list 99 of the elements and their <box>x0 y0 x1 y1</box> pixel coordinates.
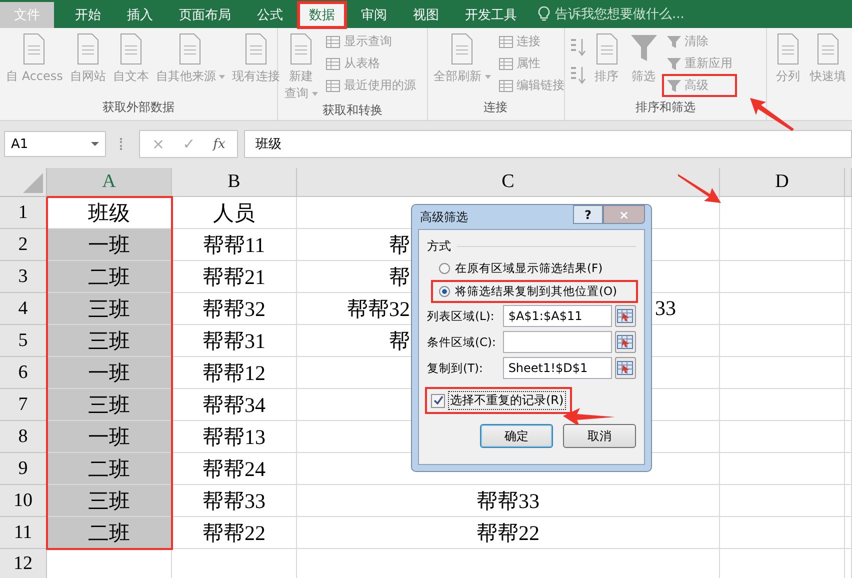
caret-icon <box>218 74 225 79</box>
annotation-arrow <box>748 96 796 132</box>
funnel-icon <box>666 34 682 50</box>
table-cell: 二班 <box>47 517 172 549</box>
table-cell: 一班 <box>47 421 172 453</box>
ribbon-tab[interactable]: 公式 <box>246 2 294 28</box>
column-header[interactable]: A <box>47 168 172 197</box>
ribbon-tab[interactable]: 页面布局 <box>168 2 242 28</box>
radio-option[interactable]: 在原有区域显示筛选结果(F) <box>427 259 636 278</box>
cell-text: 帮 <box>389 264 410 288</box>
table-cell: 帮帮21 <box>172 261 297 293</box>
radio-button[interactable] <box>439 263 450 274</box>
row-header[interactable]: 1 <box>0 197 47 229</box>
name-box[interactable]: A1 <box>4 131 106 157</box>
caret-icon <box>484 74 491 79</box>
table-cell: 三班 <box>47 485 172 517</box>
field-label: 条件区域(C): <box>427 334 497 350</box>
table-icon <box>325 34 341 50</box>
help-button[interactable]: ? <box>573 205 603 224</box>
cell-text: 33 <box>655 296 676 320</box>
group-label: 排序和筛选 <box>634 99 696 116</box>
sort-icon[interactable] <box>568 36 587 58</box>
ribbon-tab[interactable]: 开发工具 <box>454 2 528 28</box>
table-cell: 一班 <box>47 229 172 261</box>
ribbon-tab[interactable]: 插入 <box>116 2 164 28</box>
group-label: 获取和转换 <box>321 102 384 119</box>
row-header[interactable]: 5 <box>0 325 47 357</box>
funnel-icon <box>666 56 682 72</box>
column-header[interactable]: B <box>172 168 297 197</box>
cell-text: 帮帮22 <box>476 520 540 546</box>
table-cell: 三班 <box>47 293 172 325</box>
range-field[interactable] <box>503 331 612 353</box>
row-header[interactable]: 3 <box>0 261 47 293</box>
row-header[interactable]: 9 <box>0 453 47 485</box>
range-picker-button[interactable] <box>614 305 636 327</box>
table-cell: 帮帮13 <box>172 421 297 453</box>
table-cell: 帮帮34 <box>172 389 297 421</box>
cell-text: 帮 <box>389 232 410 256</box>
table-cell: 帮帮33 <box>172 485 297 517</box>
range-field[interactable]: $A$1:$A$11 <box>503 305 612 327</box>
cancel-button[interactable]: 取消 <box>563 424 636 448</box>
ribbon-tab[interactable]: 数据 <box>298 2 346 28</box>
dialog-title: 高级筛选 <box>420 208 468 226</box>
drag-handle-icon[interactable] <box>120 138 125 150</box>
row-header[interactable]: 6 <box>0 357 47 389</box>
table-cell: 帮帮24 <box>172 453 297 485</box>
range-picker-button[interactable] <box>614 357 636 379</box>
group-label: 获取外部数据 <box>102 99 176 116</box>
tell-me-field[interactable]: 告诉我您想要做什么... <box>538 0 684 28</box>
formula-input[interactable]: 班级 <box>244 130 852 158</box>
formula-button[interactable]: fx <box>213 136 226 152</box>
ribbon-tab[interactable]: 审阅 <box>350 2 398 28</box>
range-field[interactable]: Sheet1!$D$1 <box>503 357 612 379</box>
table-cell: 一班 <box>47 357 172 389</box>
table-icon <box>325 56 341 72</box>
row-header[interactable]: 2 <box>0 229 47 261</box>
annotation-arrow <box>678 172 722 204</box>
cell-text: 帮帮33 <box>476 488 540 514</box>
annotation-arrow <box>563 407 615 425</box>
cell-text: 帮 <box>389 328 410 352</box>
table-cell: 二班 <box>47 453 172 485</box>
column-header[interactable]: D <box>720 168 845 197</box>
ok-button[interactable]: 确定 <box>480 424 553 448</box>
caret-icon <box>312 92 318 96</box>
group-label: 方式 <box>427 238 451 255</box>
lightbulb-icon <box>538 6 550 22</box>
cell-text: 帮帮32 <box>347 296 410 320</box>
row-header[interactable]: 10 <box>0 485 47 517</box>
ribbon-tab[interactable]: 视图 <box>402 2 450 28</box>
table-icon <box>498 34 514 50</box>
column-header[interactable]: C <box>297 168 720 197</box>
row-header[interactable]: 7 <box>0 389 47 421</box>
row-header[interactable]: 12 <box>0 549 47 578</box>
table-cell: 帮帮31 <box>172 325 297 357</box>
table-icon <box>498 78 514 94</box>
table-cell: 帮帮22 <box>172 517 297 549</box>
funnel-icon <box>666 78 682 94</box>
caret-icon <box>91 142 99 146</box>
field-label: 复制到(T): <box>427 360 484 376</box>
row-header[interactable]: 11 <box>0 517 47 549</box>
radio-button[interactable] <box>439 286 450 297</box>
checkbox[interactable] <box>431 394 445 408</box>
table-cell: 二班 <box>47 261 172 293</box>
table-cell: 三班 <box>47 389 172 421</box>
table-cell: 帮帮11 <box>172 229 297 261</box>
table-cell: 帮帮12 <box>172 357 297 389</box>
field-label: 列表区域(L): <box>427 308 496 324</box>
ribbon-tab[interactable]: 开始 <box>64 2 112 28</box>
row-header[interactable]: 8 <box>0 421 47 453</box>
row-header[interactable]: 4 <box>0 293 47 325</box>
range-picker-button[interactable] <box>614 331 636 353</box>
table-cell: 帮帮32 <box>172 293 297 325</box>
table-cell: 人员 <box>172 197 297 229</box>
sort-icon[interactable] <box>568 64 587 86</box>
radio-option[interactable]: 将筛选结果复制到其他位置(O) <box>433 282 636 301</box>
table-icon <box>498 56 514 72</box>
table-icon <box>325 78 341 94</box>
group-label: 连接 <box>482 99 509 116</box>
table-cell: 三班 <box>47 325 172 357</box>
